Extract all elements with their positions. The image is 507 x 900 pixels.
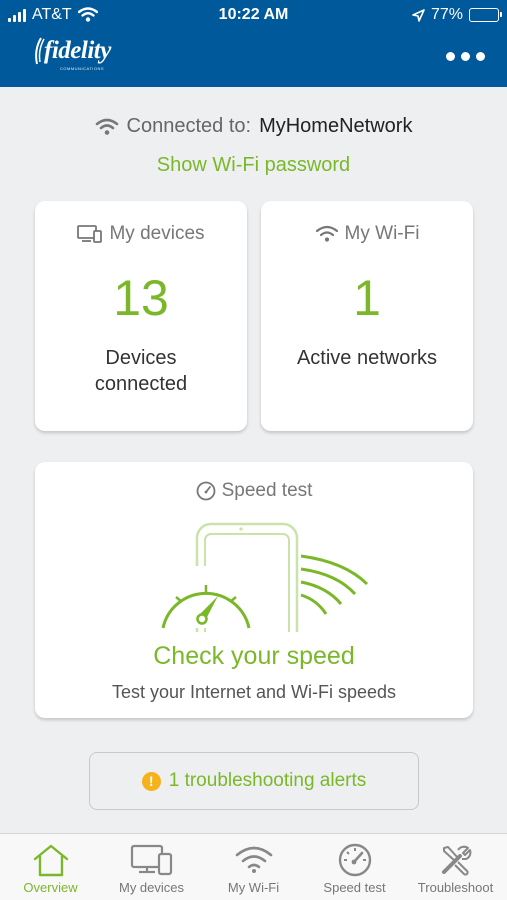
connection-status: Connected to: MyHomeNetwork [0,115,507,138]
alerts-label: 1 troubleshooting alerts [168,770,367,791]
wifi-icon [95,118,118,135]
my-devices-card[interactable]: My devices 13 Devices connected [35,201,247,431]
fidelity-logo: fidelity COMMUNICATIONS [32,36,111,71]
speed-test-title: Speed test [221,480,313,501]
troubleshooting-alerts-button[interactable]: ! 1 troubleshooting alerts [89,752,419,810]
battery-percent: 77% [430,6,463,23]
tab-speed-test[interactable]: Speed test [304,834,405,900]
devices-subtitle-line1: Devices [105,347,177,369]
speed-test-description: Test your Internet and Wi-Fi speeds [111,682,397,702]
speed-test-card[interactable]: Speed test Check your speed Test your In… [35,462,473,718]
wifi-subtitle: Active networks [296,347,438,369]
bottom-tab-bar: Overview My devices My Wi-Fi Speed test … [0,833,507,900]
battery-icon [469,8,502,22]
my-devices-title: My devices [109,223,205,244]
speed-test-illustration [155,522,369,632]
wifi-icon [235,846,272,873]
more-dots-icon[interactable] [446,52,485,61]
my-wifi-card[interactable]: My Wi-Fi 1 Active networks [261,201,473,431]
location-arrow-icon [412,8,425,22]
tab-overview[interactable]: Overview [0,834,101,900]
tab-my-wifi[interactable]: My Wi-Fi [203,834,304,900]
devices-icon [77,225,103,243]
check-speed-cta[interactable]: Check your speed [35,642,473,671]
wifi-icon [315,225,338,242]
app-header: AT&T 10:22 AM 77% fidelity COMMUNICATION… [0,0,507,87]
warning-icon: ! [141,771,161,791]
my-wifi-title: My Wi-Fi [344,223,420,244]
tab-troubleshoot[interactable]: Troubleshoot [405,834,506,900]
status-bar: AT&T 10:22 AM 77% [0,0,507,32]
speedometer-icon [338,843,371,877]
home-icon [33,844,68,877]
speedometer-icon [196,481,215,501]
devices-count: 13 [113,270,169,326]
wifi-count: 1 [353,270,381,326]
show-wifi-password-link[interactable]: Show Wi-Fi password [0,154,507,177]
network-name: MyHomeNetwork [259,115,413,137]
devices-subtitle-line2: connected [94,373,188,395]
connected-label: Connected to: [126,115,252,137]
tools-icon [441,845,471,876]
devices-icon [130,844,172,876]
tab-my-devices[interactable]: My devices [101,834,202,900]
